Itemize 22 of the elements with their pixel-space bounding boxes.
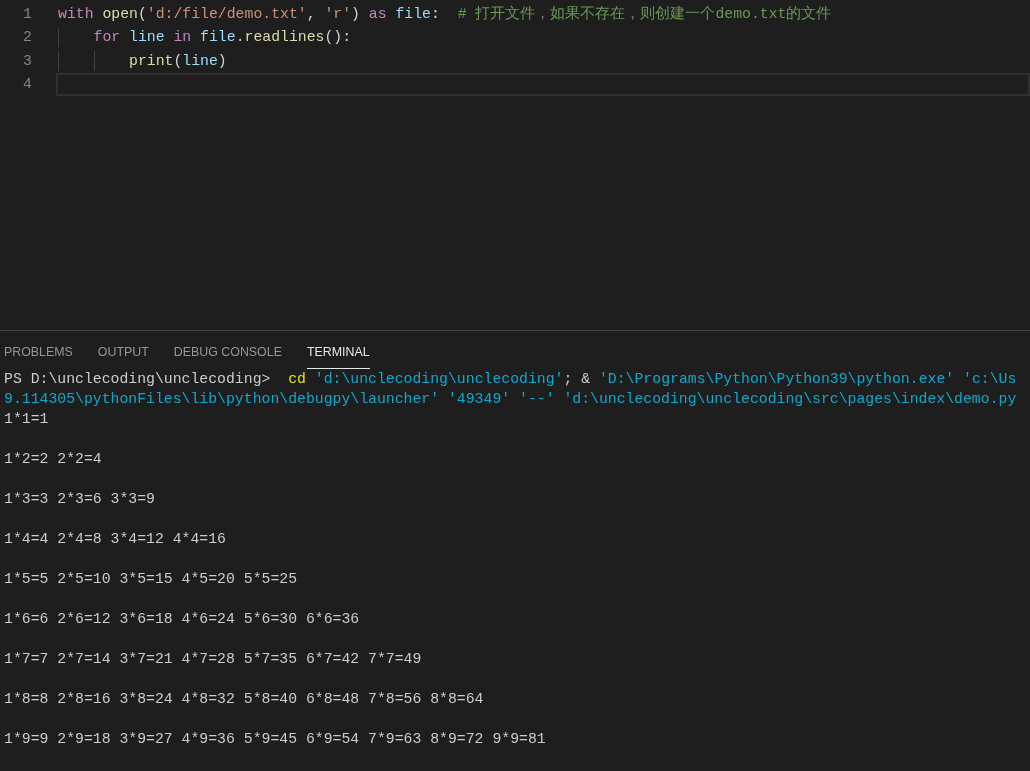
terminal-line: PS D:\unclecoding\unclecoding> cd 'd:\unclecoding\unclecoding'; & 'D:\Programs\Python\Python39\python.exe' 'c:\Us xyxy=(4,370,1018,389)
output-text: 1*6=6 2*6=12 3*6=18 4*6=24 5*6=30 6*6=36 xyxy=(4,611,360,627)
output-text: 1*1=1 xyxy=(4,411,49,427)
output-text: 1*2=2 2*2=4 xyxy=(4,451,102,467)
line-number: 4 xyxy=(22,75,33,95)
output-text: 1*7=7 2*7=14 3*7=21 4*7=28 5*7=35 6*7=42 7*7=49 xyxy=(4,651,422,667)
code-line: for line in file.readlines(): xyxy=(92,28,352,48)
panel-tab[interactable]: DEBUG CONSOLE xyxy=(173,343,282,369)
output-text: 1*9=9 2*9=18 3*9=27 4*9=36 5*9=45 6*9=54 7*9=63 8*9=72 9*9=81 xyxy=(4,731,546,747)
code-line: print(line) xyxy=(128,51,227,71)
panel-tab[interactable]: OUTPUT xyxy=(97,343,149,369)
line-number: 2 xyxy=(22,28,33,48)
line-number: 1 xyxy=(22,4,33,24)
output-text: 1*8=8 2*8=16 3*8=24 4*8=32 5*8=40 6*8=48 7*8=56 8*8=64 xyxy=(4,691,484,707)
panel-tab[interactable]: TERMINAL xyxy=(306,343,370,369)
panel-tab[interactable]: PROBLEMS xyxy=(4,343,73,369)
output-text: 1*4=4 2*4=8 3*4=12 4*4=16 xyxy=(4,531,226,547)
terminal-line: 9.114305\pythonFiles\lib\python\debugpy\launcher' '49349' '--' 'd:\unclecoding\unclecoding\src\pages\index\demo.py xyxy=(4,390,1018,409)
line-number: 3 xyxy=(22,51,33,71)
code-line: with open('d:/file/demo.txt', 'r') as file: # 打开文件，如果不存在，则创建一个demo.txt的文件 xyxy=(58,4,832,24)
output-text: 1*3=3 2*3=6 3*3=9 xyxy=(4,491,155,507)
output-text: 1*5=5 2*5=10 3*5=15 4*5=20 5*5=25 xyxy=(4,571,298,587)
